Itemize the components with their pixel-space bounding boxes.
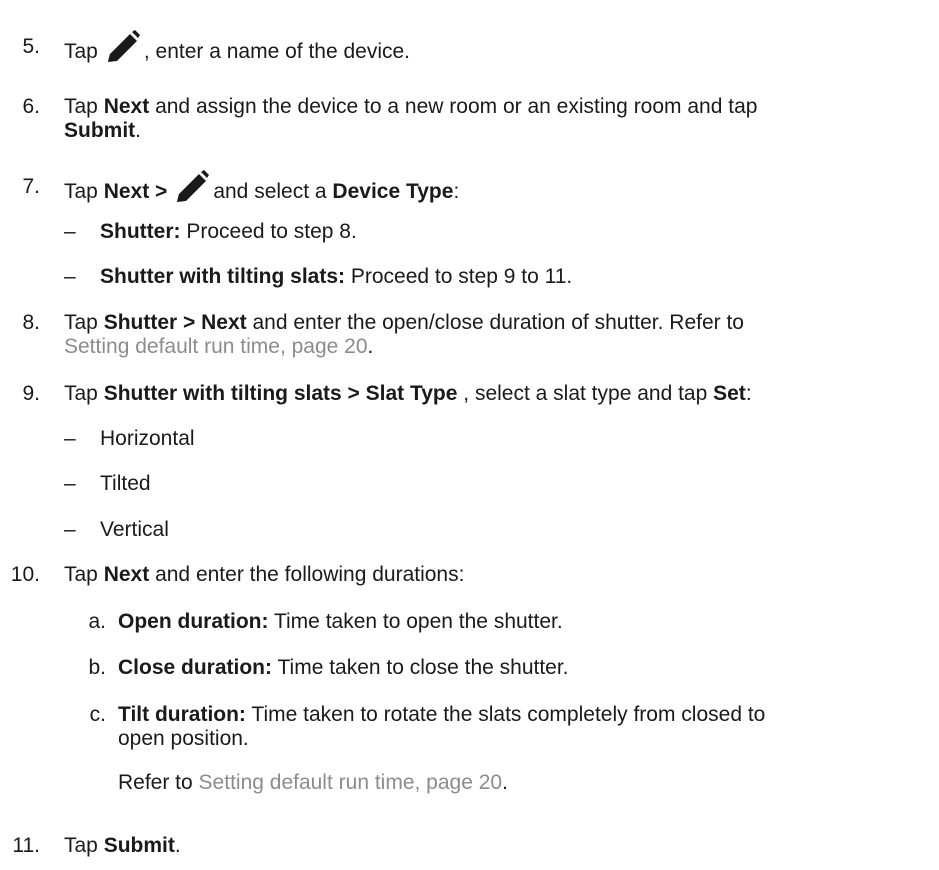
sub-text: Time taken to rotate the slats completel…: [251, 703, 766, 726]
step-number: 11.: [12, 834, 40, 857]
sub-bold: Close duration:: [118, 656, 273, 679]
step-bold: Shutter > Next: [103, 311, 247, 334]
step-text: Tap: [64, 382, 98, 405]
refer-note: Refer to Setting default run time, page …: [118, 770, 508, 796]
step-bold: Next: [103, 95, 150, 118]
punct: :: [453, 180, 460, 203]
step-text: and enter the following durations:: [155, 563, 465, 586]
step-text: and select a: [213, 180, 327, 203]
step-number: 5.: [22, 35, 40, 58]
pencil-icon: [104, 30, 140, 71]
cross-reference-link[interactable]: Setting default run time, page 20: [64, 335, 368, 358]
sub-text: Time taken to close the shutter.: [277, 656, 569, 679]
step-text: Tap: [64, 563, 98, 586]
step-text: , enter a name of the device.: [143, 40, 411, 63]
step-bold: Shutter with tilting slats > Slat Type: [103, 382, 458, 405]
step-text: and enter the open/close duration of shu…: [252, 311, 745, 334]
punct: .: [367, 335, 374, 358]
sub-letter: b.: [88, 656, 106, 679]
punct: .: [135, 119, 142, 142]
sub-text: open position.: [118, 727, 249, 750]
step-number: 10.: [10, 563, 40, 586]
sub-bold: Tilt duration:: [118, 703, 246, 726]
sub-bold: Shutter with tilting slats:: [100, 265, 345, 288]
step-number: 9.: [22, 382, 40, 405]
step-bold: Next: [103, 563, 150, 586]
sub-bold: Shutter:: [100, 220, 181, 243]
dash: –: [64, 427, 76, 450]
dash: –: [64, 265, 76, 288]
step-number: 6.: [22, 95, 40, 118]
step-text: Tap: [64, 95, 98, 118]
step-bold: Next >: [103, 180, 168, 203]
step-text: Tap: [64, 311, 98, 334]
sub-bold: Open duration:: [118, 610, 269, 633]
dash: –: [64, 220, 76, 243]
step-text: Refer to: [118, 771, 193, 794]
sub-letter: c.: [89, 703, 106, 726]
step-bold: Set: [713, 382, 746, 405]
pencil-icon: [173, 170, 210, 211]
sub-text: Proceed to step 9 to 11.: [350, 265, 573, 288]
dash: –: [64, 472, 76, 495]
step-bold: Device Type: [332, 180, 454, 203]
step-number: 8.: [22, 311, 40, 334]
sub-text: Proceed to step 8.: [186, 220, 357, 243]
sub-text: Tilted: [100, 472, 151, 495]
punct: .: [502, 771, 508, 794]
punct: :: [745, 382, 752, 405]
step-text: Tap: [64, 40, 98, 63]
step-bold: Submit: [103, 834, 175, 857]
step-text: and assign the device to a new room or a…: [155, 95, 758, 118]
sub-text: Time taken to open the shutter.: [273, 610, 563, 633]
step-text: , select a slat type and tap: [463, 382, 708, 405]
cross-reference-link[interactable]: Setting default run time, page 20: [199, 771, 503, 794]
sub-letter: a.: [88, 610, 106, 633]
sub-text: Vertical: [100, 518, 169, 541]
step-bold: Submit: [64, 119, 136, 142]
step-number: 7.: [22, 175, 40, 198]
dash: –: [64, 518, 76, 541]
step-text: Tap: [64, 834, 98, 857]
step-text: Tap: [64, 180, 98, 203]
punct: .: [174, 834, 181, 857]
sub-text: Horizontal: [100, 427, 195, 450]
